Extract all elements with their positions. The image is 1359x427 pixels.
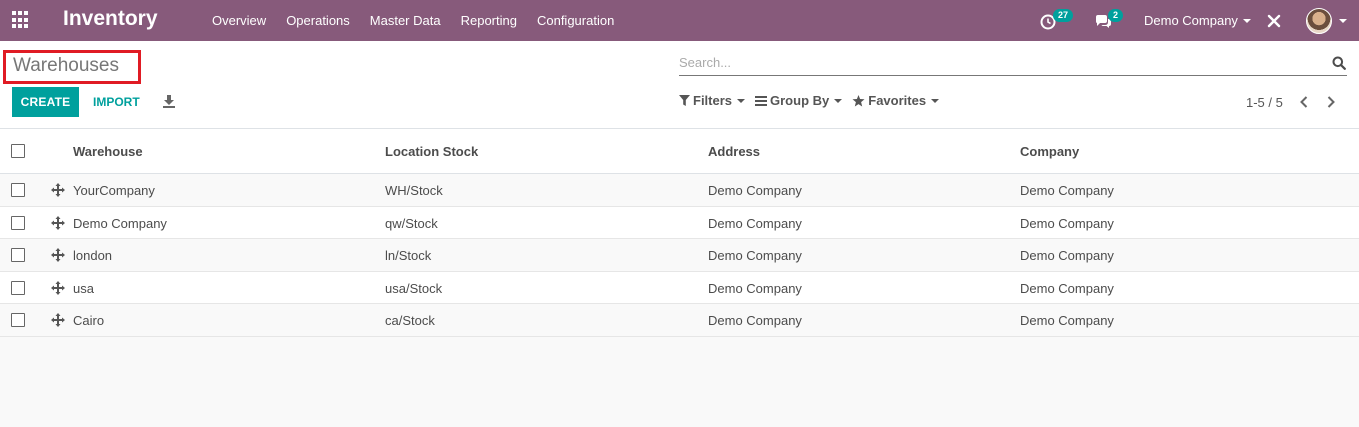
column-header-company[interactable]: Company <box>1020 144 1079 159</box>
message-count-badge: 2 <box>1108 9 1124 22</box>
cell-address: Demo Company <box>708 215 802 231</box>
cell-company: Demo Company <box>1020 215 1114 231</box>
apps-grid-icon[interactable] <box>12 11 30 29</box>
cell-address: Demo Company <box>708 280 802 296</box>
favorites-label: Favorites <box>868 93 927 108</box>
cell-warehouse: Demo Company <box>73 215 167 231</box>
favorites-dropdown[interactable]: Favorites <box>852 93 940 108</box>
pager-value[interactable]: 1-5 / 5 <box>1246 95 1283 110</box>
table-row[interactable]: Cairo ca/Stock Demo Company Demo Company <box>0 304 1359 337</box>
menu-item-operations[interactable]: Operations <box>276 0 360 41</box>
company-switcher[interactable]: Demo Company <box>1144 0 1251 41</box>
page-title: Warehouses <box>3 50 141 84</box>
cell-address: Demo Company <box>708 313 802 328</box>
search-icon[interactable] <box>1332 56 1346 70</box>
table-body: YourCompany WH/Stock Demo Company Demo C… <box>0 174 1359 337</box>
tools-icon <box>1267 14 1281 27</box>
chevron-down-icon <box>1339 18 1347 23</box>
drag-handle-icon[interactable] <box>51 313 65 327</box>
cell-location-stock: qw/Stock <box>385 215 438 231</box>
chevron-down-icon <box>737 98 746 103</box>
cell-company: Demo Company <box>1020 248 1114 263</box>
cell-company: Demo Company <box>1020 313 1114 328</box>
cell-warehouse: london <box>73 248 113 263</box>
column-header-warehouse[interactable]: Warehouse <box>73 144 143 159</box>
drag-handle-icon[interactable] <box>51 248 65 262</box>
menu-item-configuration[interactable]: Configuration <box>527 0 624 41</box>
groupby-label: Group By <box>770 93 830 108</box>
pager-previous[interactable] <box>1296 93 1312 111</box>
table-row[interactable]: london ln/Stock Demo Company Demo Compan… <box>0 239 1359 272</box>
chevron-right-icon <box>1327 96 1335 108</box>
table-row[interactable]: YourCompany WH/Stock Demo Company Demo C… <box>0 174 1359 207</box>
cell-location-stock: ln/Stock <box>385 248 432 263</box>
user-menu[interactable] <box>1306 0 1347 41</box>
cell-address: Demo Company <box>708 248 802 263</box>
chevron-down-icon <box>931 98 940 103</box>
star-icon <box>852 94 865 106</box>
column-header-address[interactable]: Address <box>708 144 760 159</box>
row-checkbox[interactable] <box>11 183 25 197</box>
cell-location-stock: ca/Stock <box>385 313 435 328</box>
list-icon <box>755 95 768 106</box>
avatar <box>1306 7 1332 34</box>
import-button[interactable]: IMPORT <box>88 87 145 117</box>
search-options: Filters Group By Favorites <box>679 93 949 108</box>
table-row[interactable]: usa usa/Stock Demo Company Demo Company <box>0 271 1359 304</box>
table-row[interactable]: Demo Company qw/Stock Demo Company Demo … <box>0 206 1359 239</box>
row-checkbox[interactable] <box>11 248 25 262</box>
cell-company: Demo Company <box>1020 183 1114 198</box>
drag-handle-icon[interactable] <box>51 280 65 295</box>
chevron-down-icon <box>1242 18 1251 23</box>
download-icon[interactable] <box>162 95 176 108</box>
chevron-left-icon <box>1300 96 1308 108</box>
column-header-location-stock[interactable]: Location Stock <box>385 144 478 159</box>
groupby-dropdown[interactable]: Group By <box>755 93 843 108</box>
activity-menu[interactable]: 27 <box>1040 0 1074 41</box>
company-name: Demo Company <box>1144 13 1238 28</box>
cell-warehouse: Cairo <box>73 313 105 328</box>
messaging-menu[interactable]: 2 <box>1094 0 1124 41</box>
app-brand[interactable]: Inventory <box>63 7 158 31</box>
filters-label: Filters <box>693 93 733 108</box>
cell-warehouse: usa <box>73 280 94 296</box>
cell-location-stock: WH/Stock <box>385 183 443 198</box>
menu-item-reporting[interactable]: Reporting <box>451 0 527 41</box>
row-checkbox[interactable] <box>11 215 25 230</box>
menu-item-overview[interactable]: Overview <box>202 0 276 41</box>
control-panel: Warehouses CREATE IMPORT Filters Group B… <box>0 41 1359 129</box>
create-button[interactable]: CREATE <box>12 87 79 117</box>
table-header: Warehouse Location Stock Address Company <box>0 129 1359 174</box>
drag-handle-icon[interactable] <box>51 215 65 230</box>
filters-dropdown[interactable]: Filters <box>679 93 746 108</box>
menu-item-master-data[interactable]: Master Data <box>360 0 451 41</box>
main-menu: Overview Operations Master Data Reportin… <box>202 0 624 41</box>
warehouse-list: Warehouse Location Stock Address Company… <box>0 129 1359 337</box>
chevron-down-icon <box>834 98 843 103</box>
cell-location-stock: usa/Stock <box>385 280 443 296</box>
row-checkbox[interactable] <box>11 280 25 295</box>
cell-warehouse: YourCompany <box>73 183 155 198</box>
drag-handle-icon[interactable] <box>51 183 65 197</box>
cell-company: Demo Company <box>1020 280 1114 296</box>
top-navbar: Inventory Overview Operations Master Dat… <box>0 0 1359 41</box>
search-input[interactable] <box>679 51 1319 73</box>
select-all-checkbox[interactable] <box>11 144 25 158</box>
debug-tools[interactable] <box>1267 0 1281 41</box>
cell-address: Demo Company <box>708 183 802 198</box>
pager-next[interactable] <box>1323 93 1339 111</box>
activity-count-badge: 27 <box>1053 9 1074 22</box>
row-checkbox[interactable] <box>11 313 25 327</box>
filter-icon <box>679 95 690 106</box>
search-bar <box>679 51 1347 76</box>
